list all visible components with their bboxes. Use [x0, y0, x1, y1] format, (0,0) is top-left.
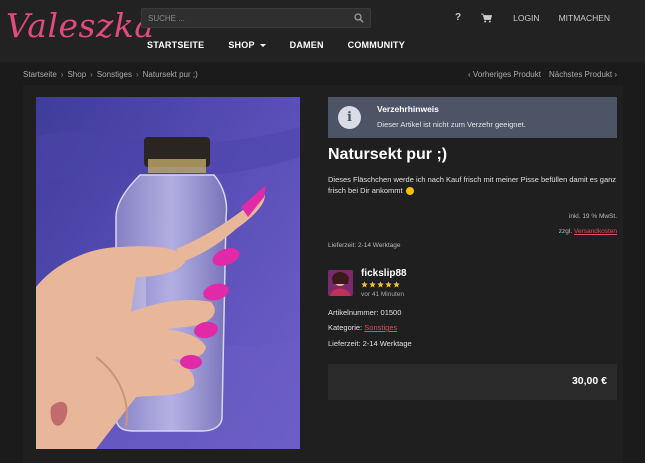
- breadcrumb: Startseite › Shop › Sonstiges › Natursek…: [23, 70, 198, 79]
- breadcrumb-shop[interactable]: Shop: [67, 70, 86, 79]
- breadcrumb-home[interactable]: Startseite: [23, 70, 57, 79]
- search-input[interactable]: [142, 9, 347, 27]
- smiley-emoji-icon: [405, 187, 414, 196]
- breadcrumb-current: Natursekt pur ;): [142, 70, 198, 79]
- article-number-label: Artikelnummer:: [328, 308, 379, 317]
- shipping-prefix: zzgl.: [558, 228, 573, 235]
- delivery-label: Lieferzeit:: [328, 339, 361, 348]
- tax-note: inkl. 19 % MwSt.: [568, 213, 617, 220]
- star-icon: [385, 281, 392, 288]
- seller-last-seen: vor 41 Minuten: [361, 291, 404, 298]
- delivery-time-top: Lieferzeit: 2-14 Werktage: [328, 242, 401, 249]
- consumption-notice: i Verzehrhinweis Dieser Artikel ist nich…: [328, 97, 617, 138]
- previous-product-label: Vorheriges Produkt: [472, 70, 541, 79]
- price-box: 30,00 €: [328, 364, 617, 400]
- main-nav: STARTSEITE SHOP DAMEN COMMUNITY: [147, 40, 405, 50]
- shipping-costs-link[interactable]: Versandkosten: [574, 228, 617, 235]
- nav-damen[interactable]: DAMEN: [290, 40, 324, 50]
- star-icon: [361, 281, 368, 288]
- cart-icon[interactable]: [481, 13, 493, 23]
- nav-label: COMMUNITY: [347, 40, 405, 50]
- delivery-value: 2-14 Werktage: [362, 339, 412, 348]
- product-description-text: Dieses Fläschchen werde ich nach Kauf fr…: [328, 175, 617, 195]
- search-box[interactable]: [141, 8, 371, 28]
- delivery-time: Lieferzeit: 2-14 Werktage: [328, 339, 412, 348]
- star-icon: [369, 281, 376, 288]
- chevron-right-icon: ›: [60, 70, 64, 79]
- article-number: Artikelnummer: 01500: [328, 308, 401, 317]
- chevron-right-icon: ›: [135, 70, 139, 79]
- product-description: Dieses Fläschchen werde ich nach Kauf fr…: [328, 174, 620, 196]
- shipping-note: zzgl. Versandkosten: [559, 228, 617, 235]
- seller-rating: [361, 281, 400, 288]
- star-icon: [377, 281, 384, 288]
- nav-shop[interactable]: SHOP: [228, 40, 266, 50]
- category-label: Kategorie:: [328, 323, 363, 332]
- help-icon[interactable]: ?: [455, 12, 461, 23]
- signup-link[interactable]: MITMACHEN: [559, 13, 610, 23]
- nav-label: SHOP: [228, 40, 255, 50]
- product-image[interactable]: [36, 97, 300, 449]
- seller-avatar[interactable]: [328, 270, 353, 296]
- seller-name[interactable]: fickslip88: [361, 268, 407, 279]
- info-icon: i: [338, 106, 361, 129]
- login-link[interactable]: LOGIN: [513, 13, 539, 23]
- next-product-label: Nächstes Produkt: [548, 70, 613, 79]
- previous-product-link[interactable]: ‹ Vorheriges Produkt: [468, 70, 541, 79]
- account-links: ? LOGIN MITMACHEN: [455, 12, 610, 23]
- nav-startseite[interactable]: STARTSEITE: [147, 40, 204, 50]
- category: Kategorie: Sonstiges: [328, 323, 397, 332]
- chevron-right-icon: ›: [90, 70, 93, 79]
- category-link[interactable]: Sonstiges: [364, 323, 397, 332]
- product-title: Natursekt pur ;): [328, 146, 448, 163]
- chevron-down-icon: [259, 43, 266, 47]
- nav-label: STARTSEITE: [147, 40, 205, 50]
- product-price: 30,00 €: [571, 375, 607, 387]
- product-pager: ‹ Vorheriges Produkt Nächstes Produkt ›: [468, 70, 617, 79]
- article-number-value: 01500: [380, 308, 402, 317]
- site-header: Valeszka STARTSEITE SHOP DAMEN COMMUNITY…: [0, 0, 645, 62]
- notice-text: Dieser Artikel ist nicht zum Verzehr gee…: [377, 120, 526, 129]
- notice-title: Verzehrhinweis: [377, 104, 439, 114]
- search-icon[interactable]: [354, 13, 364, 23]
- nav-label: DAMEN: [289, 40, 324, 50]
- breadcrumb-category[interactable]: Sonstiges: [97, 70, 132, 79]
- next-product-link[interactable]: Nächstes Produkt ›: [549, 70, 617, 79]
- star-icon: [393, 281, 400, 288]
- nav-community[interactable]: COMMUNITY: [348, 40, 405, 50]
- site-logo[interactable]: Valeszka: [6, 6, 155, 45]
